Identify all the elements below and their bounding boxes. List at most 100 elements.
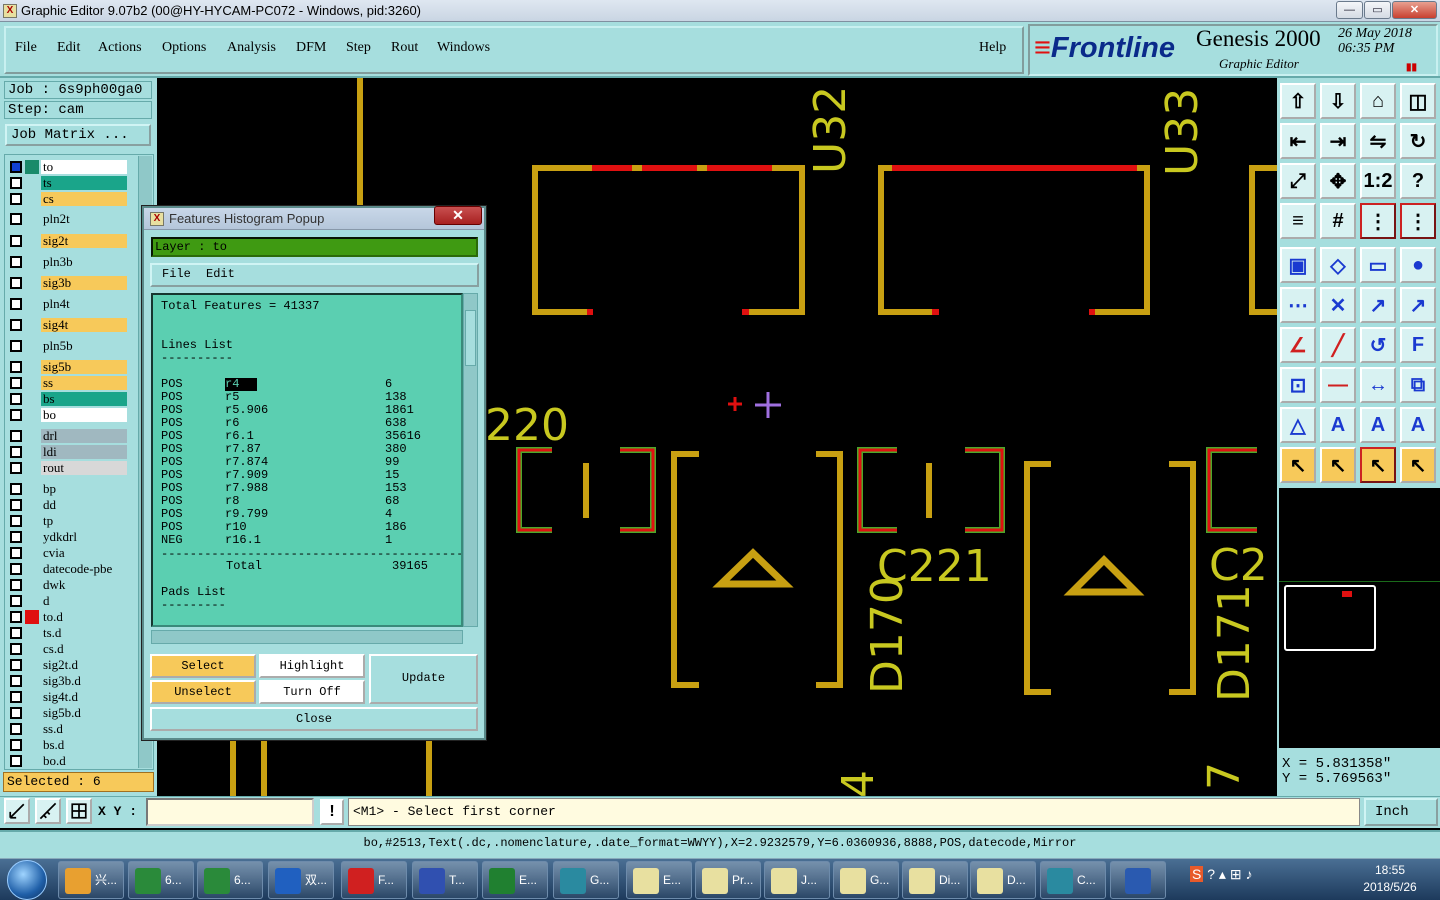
layer-row-pln4t[interactable]: pln4t: [6, 297, 127, 311]
select-cursor-icon[interactable]: ↖: [1280, 447, 1316, 483]
taskbar-item[interactable]: 兴...: [58, 861, 124, 899]
break-icon[interactable]: ⊡: [1280, 367, 1316, 403]
layer-row-pln3b[interactable]: pln3b: [6, 255, 127, 269]
tray-volume-icon[interactable]: ♪: [1245, 866, 1252, 882]
arrow-node-icon[interactable]: ↗: [1400, 287, 1436, 323]
layer-checkbox[interactable]: [10, 579, 22, 591]
triangle-b-icon[interactable]: A: [1320, 407, 1356, 443]
snap-settings-icon[interactable]: ≡: [1280, 203, 1316, 239]
menu-rout[interactable]: Rout: [391, 40, 418, 56]
tray-network-icon[interactable]: ⊞: [1230, 866, 1242, 882]
close-window-button[interactable]: ✕: [1392, 1, 1437, 19]
menu-options[interactable]: Options: [162, 40, 206, 56]
menu-analysis[interactable]: Analysis: [227, 40, 276, 56]
histogram-text-area[interactable]: Total Features = 41337 Lines List ------…: [151, 293, 463, 627]
select-area-icon[interactable]: ↖: [1360, 447, 1396, 483]
layer-row-ts[interactable]: ts: [6, 176, 127, 190]
histogram-symbol[interactable]: r16.1: [225, 534, 261, 547]
layer-checkbox[interactable]: [10, 446, 22, 458]
text-feature-icon[interactable]: F: [1400, 327, 1436, 363]
taskbar-item[interactable]: T...: [412, 861, 478, 899]
angle-icon[interactable]: ∠: [1280, 327, 1316, 363]
taskbar-item[interactable]: C...: [1040, 861, 1106, 899]
layer-checkbox[interactable]: [10, 340, 22, 352]
layer-checkbox[interactable]: [10, 659, 22, 671]
scale-1-2-icon[interactable]: 1:2: [1360, 163, 1396, 199]
layer-row-d[interactable]: d: [6, 594, 127, 608]
slash-icon[interactable]: ╱: [1320, 327, 1356, 363]
fit-screen-icon[interactable]: ⤢: [1280, 163, 1316, 199]
layer-checkbox[interactable]: [10, 298, 22, 310]
layer-checkbox[interactable]: [10, 235, 22, 247]
layer-row-sig5b-d[interactable]: sig5b.d: [6, 706, 127, 720]
layer-row-sig4t-d[interactable]: sig4t.d: [6, 690, 127, 704]
start-button[interactable]: [7, 860, 47, 900]
move-left-icon[interactable]: ⇤: [1280, 123, 1316, 159]
taskbar-item[interactable]: 双...: [268, 861, 334, 899]
menu-edit[interactable]: Edit: [57, 40, 80, 56]
layer-checkbox[interactable]: [10, 691, 22, 703]
rotate-icon[interactable]: ↻: [1400, 123, 1436, 159]
popup-menu-edit[interactable]: Edit: [206, 267, 235, 281]
layer-row-bo-d[interactable]: bo.d: [6, 754, 127, 768]
work-layer-icon[interactable]: [25, 160, 39, 174]
help-icon[interactable]: ?: [1400, 163, 1436, 199]
pause-icon[interactable]: ▮▮: [1406, 62, 1417, 73]
menu-step[interactable]: Step: [346, 40, 371, 56]
select-button[interactable]: Select: [150, 654, 256, 678]
layer-checkbox[interactable]: [10, 515, 22, 527]
layer-checkbox[interactable]: [10, 377, 22, 389]
layer-row-sig4t[interactable]: sig4t: [6, 318, 127, 332]
layer-checkbox[interactable]: [10, 393, 22, 405]
layer-row-cvia[interactable]: cvia: [6, 546, 127, 560]
maximize-button[interactable]: ▭: [1364, 1, 1391, 19]
filled-circle-icon[interactable]: ●: [1400, 247, 1436, 283]
menu-windows[interactable]: Windows: [437, 40, 490, 56]
overview-map[interactable]: [1279, 488, 1440, 748]
layer-checkbox[interactable]: [10, 430, 22, 442]
highlight-button[interactable]: Highlight: [259, 654, 365, 678]
layer-row-sig2t-d[interactable]: sig2t.d: [6, 658, 127, 672]
layer-row-bo[interactable]: bo: [6, 408, 127, 422]
layer-checkbox[interactable]: [10, 277, 22, 289]
net-compare-icon[interactable]: ⋮: [1400, 203, 1436, 239]
triangle-a-icon[interactable]: △: [1280, 407, 1316, 443]
triangle-c-icon[interactable]: A: [1360, 407, 1396, 443]
measure-icon[interactable]: [35, 798, 61, 824]
popup-menu-file[interactable]: File: [162, 267, 191, 281]
layer-row-to-d[interactable]: to.d: [6, 610, 127, 624]
xy-input[interactable]: [146, 798, 314, 826]
taskbar-item[interactable]: E...: [626, 861, 692, 899]
layer-checkbox[interactable]: [10, 499, 22, 511]
pad-icon[interactable]: ▣: [1280, 247, 1316, 283]
grid-icon[interactable]: #: [1320, 203, 1356, 239]
window-split-icon[interactable]: ◫: [1400, 83, 1436, 119]
layer-row-cs-d[interactable]: cs.d: [6, 642, 127, 656]
taskbar-item[interactable]: F...: [341, 861, 407, 899]
system-clock[interactable]: 18:55 2018/5/26: [1348, 862, 1432, 896]
layer-row-dwk[interactable]: dwk: [6, 578, 127, 592]
layer-row-ts-d[interactable]: ts.d: [6, 626, 127, 640]
layer-checkbox[interactable]: [10, 643, 22, 655]
layer-checkbox[interactable]: [10, 675, 22, 687]
minimap-viewport[interactable]: [1284, 585, 1376, 651]
line-red-icon[interactable]: —: [1320, 367, 1356, 403]
tray-icons[interactable]: S ? ▴ ⊞ ♪: [1190, 866, 1252, 883]
point-to-point-icon[interactable]: ↗: [1360, 287, 1396, 323]
unselect-button[interactable]: Unselect: [150, 680, 256, 704]
exclamation-icon[interactable]: !: [320, 799, 344, 825]
layer-row-drl[interactable]: drl: [6, 429, 127, 443]
layer-checkbox[interactable]: [10, 177, 22, 189]
layer-checkbox[interactable]: [10, 213, 22, 225]
layer-checkbox[interactable]: [10, 409, 22, 421]
layer-row-bs[interactable]: bs: [6, 392, 127, 406]
layer-checkbox[interactable]: [10, 161, 22, 173]
arc-icon[interactable]: ↺: [1360, 327, 1396, 363]
center-icon[interactable]: ✥: [1320, 163, 1356, 199]
units-selector[interactable]: Inch: [1364, 798, 1438, 826]
menu-file[interactable]: File: [15, 40, 37, 56]
taskbar-item[interactable]: Di...: [902, 861, 968, 899]
update-button[interactable]: Update: [369, 654, 478, 704]
groups-icon[interactable]: ⧉: [1400, 367, 1436, 403]
affected-marker-icon[interactable]: [25, 610, 39, 624]
